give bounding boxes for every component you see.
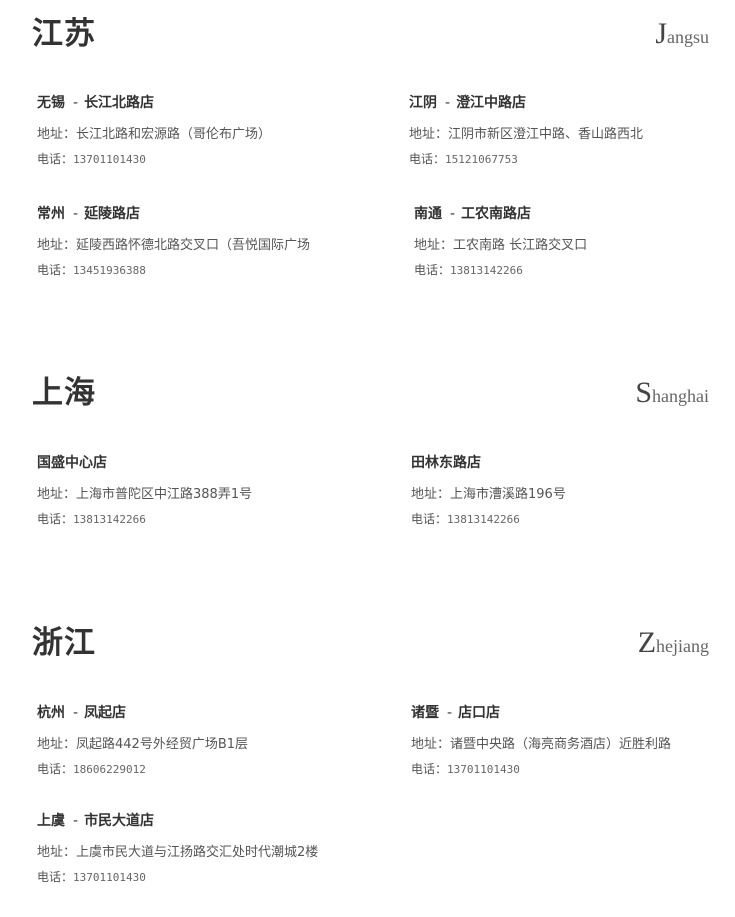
store-address: 地址：工农南路 长江路交叉口 — [414, 238, 588, 253]
store-name: 南通 - 工农南路店 — [414, 204, 735, 224]
store-card-changzhou: 常州 - 延陵路店 地址：延陵西路怀德北路交叉口（吾悦国际广场 电话：1345193… — [37, 204, 367, 281]
phone-number: 15121067753 — [445, 153, 518, 166]
store-name: 无锡 - 长江北路店 — [37, 93, 367, 113]
store-city: 南通 — [414, 206, 442, 222]
store-card-guosheng: 国盛中心店 地址：上海市普陀区中江路388弄1号 电话：13813142266 — [37, 453, 367, 530]
store-city: 国盛中心店 — [37, 455, 107, 471]
phone-number: 13813142266 — [73, 513, 146, 526]
phone-label: 电话： — [411, 512, 448, 526]
phone-label: 电话： — [37, 762, 74, 776]
store-dash: - — [73, 95, 79, 111]
phone-label: 电话： — [37, 152, 74, 166]
store-card-jiangyin: 江阴 - 澄江中路店 地址：江阴市新区澄江中路、香山路西北 电话：151210677… — [409, 93, 735, 170]
phone-label: 电话： — [37, 512, 74, 526]
store-phone: 电话：13813142266 — [37, 509, 367, 530]
region-english-rest: hejiang — [656, 636, 709, 656]
store-name: 上虞 - 市民大道店 — [37, 811, 367, 831]
region-zhejiang-header: 浙江 Zhejiang — [0, 623, 735, 673]
phone-number: 13813142266 — [450, 264, 523, 277]
store-phone: 电话：18606229012 — [37, 759, 367, 780]
store-address: 地址：凤起路442号外经贸广场B1层 — [37, 737, 249, 752]
phone-label: 电话： — [37, 263, 74, 277]
store-dash: - — [447, 705, 453, 721]
store-name: 杭州 - 凤起店 — [37, 703, 367, 723]
store-dash: - — [73, 705, 79, 721]
region-english-name: Jangsu — [655, 14, 709, 59]
store-address: 地址：长江北路和宏源路（哥伦布广场） — [37, 127, 272, 142]
phone-label: 电话： — [414, 263, 451, 277]
store-branch: 凤起店 — [84, 705, 127, 721]
store-name: 田林东路店 — [411, 453, 735, 473]
phone-label: 电话： — [37, 870, 74, 884]
store-dash: - — [450, 206, 456, 222]
store-branch: 工农南路店 — [461, 206, 532, 222]
store-name: 常州 - 延陵路店 — [37, 204, 367, 224]
store-name: 国盛中心店 — [37, 453, 367, 473]
store-name: 江阴 - 澄江中路店 — [409, 93, 735, 113]
store-address: 地址：延陵西路怀德北路交叉口（吾悦国际广场 — [37, 238, 311, 253]
store-branch: 延陵路店 — [84, 206, 141, 222]
region-english-rest: hanghai — [652, 386, 709, 406]
phone-number: 13701101430 — [73, 871, 146, 884]
region-english-initial: S — [635, 376, 653, 409]
store-city: 江阴 — [409, 95, 437, 111]
region-english-name: Shanghai — [635, 373, 709, 418]
region-jiangsu-header: 江苏 Jangsu — [0, 14, 735, 64]
store-card-tianlin: 田林东路店 地址：上海市漕溪路196号 电话：13813142266 — [411, 453, 735, 530]
region-english-rest: angsu — [667, 27, 709, 47]
store-address: 地址：上海市普陀区中江路388弄1号 — [37, 487, 253, 502]
phone-number: 13701101430 — [73, 153, 146, 166]
store-phone: 电话：13701101430 — [37, 149, 367, 170]
store-branch: 澄江中路店 — [456, 95, 527, 111]
store-phone: 电话：13701101430 — [411, 759, 735, 780]
store-city: 常州 — [37, 206, 65, 222]
store-card-hangzhou: 杭州 - 凤起店 地址：凤起路442号外经贸广场B1层 电话：18606229012 — [37, 703, 367, 780]
phone-label: 电话： — [409, 152, 446, 166]
store-card-nantong: 南通 - 工农南路店 地址：工农南路 长江路交叉口 电话：13813142266 — [414, 204, 735, 281]
store-address: 地址：江阴市新区澄江中路、香山路西北 — [409, 127, 644, 142]
region-title: 浙江 — [32, 625, 96, 661]
store-city: 上虞 — [37, 813, 65, 829]
store-dash: - — [445, 95, 451, 111]
store-address: 地址：上海市漕溪路196号 — [411, 487, 566, 502]
store-name: 诸暨 - 店口店 — [411, 703, 735, 723]
store-phone: 电话：13813142266 — [414, 260, 735, 281]
store-address: 地址：上虞市民大道与江扬路交汇处时代潮城2楼 — [37, 845, 319, 860]
phone-label: 电话： — [411, 762, 448, 776]
store-phone: 电话：13451936388 — [37, 260, 367, 281]
phone-number: 18606229012 — [73, 763, 146, 776]
store-branch: 长江北路店 — [84, 95, 155, 111]
phone-number: 13701101430 — [447, 763, 520, 776]
store-dash: - — [73, 813, 79, 829]
phone-number: 13813142266 — [447, 513, 520, 526]
store-phone: 电话：13813142266 — [411, 509, 735, 530]
store-city: 杭州 — [37, 705, 65, 721]
store-address: 地址：诸暨中央路（海亮商务酒店）近胜利路 — [411, 737, 672, 752]
store-city: 诸暨 — [411, 705, 439, 721]
store-city: 无锡 — [37, 95, 65, 111]
region-english-initial: Z — [637, 626, 657, 659]
region-english-name: Zhejiang — [638, 623, 709, 668]
store-branch: 市民大道店 — [84, 813, 155, 829]
phone-number: 13451936388 — [73, 264, 146, 277]
store-dash: - — [73, 206, 79, 222]
region-shanghai-header: 上海 Shanghai — [0, 373, 735, 423]
store-card-wuxi: 无锡 - 长江北路店 地址：长江北路和宏源路（哥伦布广场） 电话：137011014… — [37, 93, 367, 170]
region-english-initial: J — [655, 17, 667, 50]
store-card-shangyu: 上虞 - 市民大道店 地址：上虞市民大道与江扬路交汇处时代潮城2楼 电话：13701… — [37, 811, 367, 888]
region-title: 上海 — [32, 375, 96, 411]
store-city: 田林东路店 — [411, 455, 481, 471]
store-phone: 电话：13701101430 — [37, 867, 367, 888]
store-card-zhuji: 诸暨 - 店口店 地址：诸暨中央路（海亮商务酒店）近胜利路 电话：137011014… — [411, 703, 735, 780]
store-branch: 店口店 — [458, 705, 501, 721]
region-title: 江苏 — [32, 16, 96, 52]
store-phone: 电话：15121067753 — [409, 149, 735, 170]
